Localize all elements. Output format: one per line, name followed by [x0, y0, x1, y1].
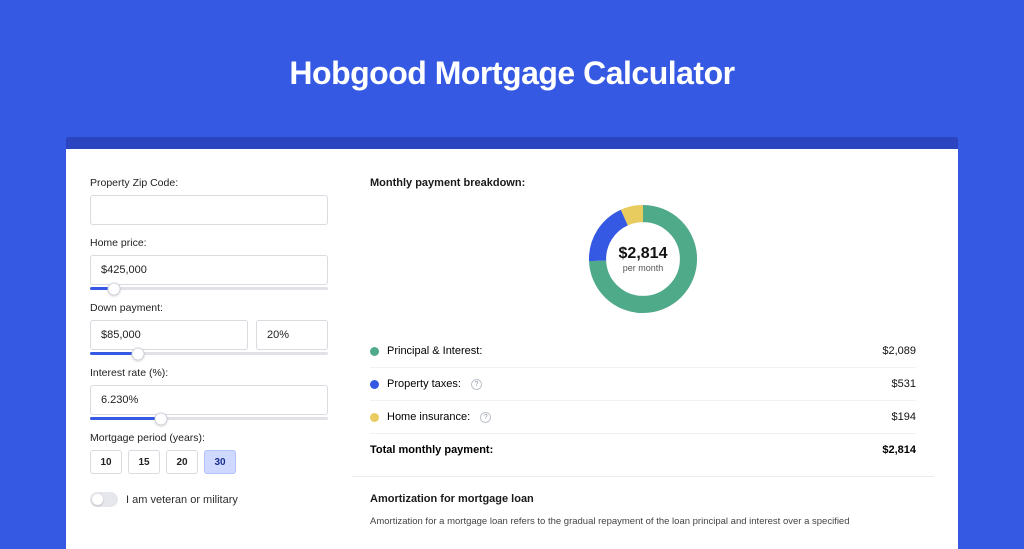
legend-dot-icon [370, 413, 379, 422]
info-icon[interactable]: ? [471, 379, 482, 390]
card-outer: Property Zip Code: Home price: Down paym… [66, 137, 958, 549]
results-column: Monthly payment breakdown: $2,814 per mo… [352, 177, 934, 549]
zip-label: Property Zip Code: [90, 177, 328, 189]
legend-row: Property taxes:? $531 [370, 367, 916, 400]
legend-dot-icon [370, 347, 379, 356]
interest-slider[interactable] [90, 417, 328, 420]
period-15-button[interactable]: 15 [128, 450, 160, 474]
hero: Hobgood Mortgage Calculator [0, 0, 1024, 107]
legend-value: $531 [892, 378, 916, 390]
amortization-panel: Amortization for mortgage loan Amortizat… [352, 477, 934, 529]
down-payment-input[interactable] [90, 320, 248, 350]
legend-label: Principal & Interest: [387, 345, 482, 357]
legend-row: Principal & Interest: $2,089 [370, 335, 916, 367]
legend-value: $194 [892, 411, 916, 423]
zip-field-group: Property Zip Code: [90, 177, 328, 225]
period-10-button[interactable]: 10 [90, 450, 122, 474]
period-label: Mortgage period (years): [90, 432, 328, 444]
legend: Principal & Interest: $2,089 Property taxe… [370, 335, 916, 433]
donut-chart: $2,814 per month [583, 199, 703, 319]
veteran-toggle[interactable] [90, 492, 118, 507]
home-price-field-group: Home price: [90, 237, 328, 290]
donut-sub: per month [623, 263, 664, 273]
down-payment-slider[interactable] [90, 352, 328, 355]
legend-label: Property taxes: [387, 378, 461, 390]
form-column: Property Zip Code: Home price: Down paym… [90, 177, 328, 549]
period-30-button[interactable]: 30 [204, 450, 236, 474]
down-payment-field-group: Down payment: [90, 302, 328, 355]
breakdown-title: Monthly payment breakdown: [370, 177, 916, 189]
amortization-title: Amortization for mortgage loan [370, 493, 916, 505]
calculator-card: Property Zip Code: Home price: Down paym… [66, 149, 958, 549]
period-field-group: Mortgage period (years): 10152030 [90, 432, 328, 474]
down-payment-label: Down payment: [90, 302, 328, 314]
total-value: $2,814 [882, 444, 916, 456]
total-label: Total monthly payment: [370, 444, 493, 456]
breakdown-panel: Monthly payment breakdown: $2,814 per mo… [352, 177, 934, 477]
home-price-slider-thumb[interactable] [107, 282, 120, 295]
legend-total-row: Total monthly payment: $2,814 [370, 433, 916, 460]
interest-label: Interest rate (%): [90, 367, 328, 379]
interest-slider-fill [90, 417, 161, 420]
home-price-label: Home price: [90, 237, 328, 249]
down-payment-slider-thumb[interactable] [131, 347, 144, 360]
period-buttons-row: 10152030 [90, 450, 328, 474]
donut-center: $2,814 per month [583, 199, 703, 319]
legend-dot-icon [370, 380, 379, 389]
interest-field-group: Interest rate (%): [90, 367, 328, 420]
period-20-button[interactable]: 20 [166, 450, 198, 474]
zip-input[interactable] [90, 195, 328, 225]
legend-label: Home insurance: [387, 411, 470, 423]
amortization-text: Amortization for a mortgage loan refers … [370, 515, 916, 529]
donut-amount: $2,814 [619, 245, 668, 263]
home-price-input[interactable] [90, 255, 328, 285]
interest-input[interactable] [90, 385, 328, 415]
info-icon[interactable]: ? [480, 412, 491, 423]
veteran-toggle-row: I am veteran or military [90, 492, 328, 507]
veteran-label: I am veteran or military [126, 494, 238, 506]
page-title: Hobgood Mortgage Calculator [0, 55, 1024, 92]
legend-row: Home insurance:? $194 [370, 400, 916, 433]
legend-value: $2,089 [882, 345, 916, 357]
down-payment-pct-input[interactable] [256, 320, 328, 350]
donut-wrap: $2,814 per month [370, 199, 916, 319]
interest-slider-thumb[interactable] [155, 412, 168, 425]
home-price-slider[interactable] [90, 287, 328, 290]
